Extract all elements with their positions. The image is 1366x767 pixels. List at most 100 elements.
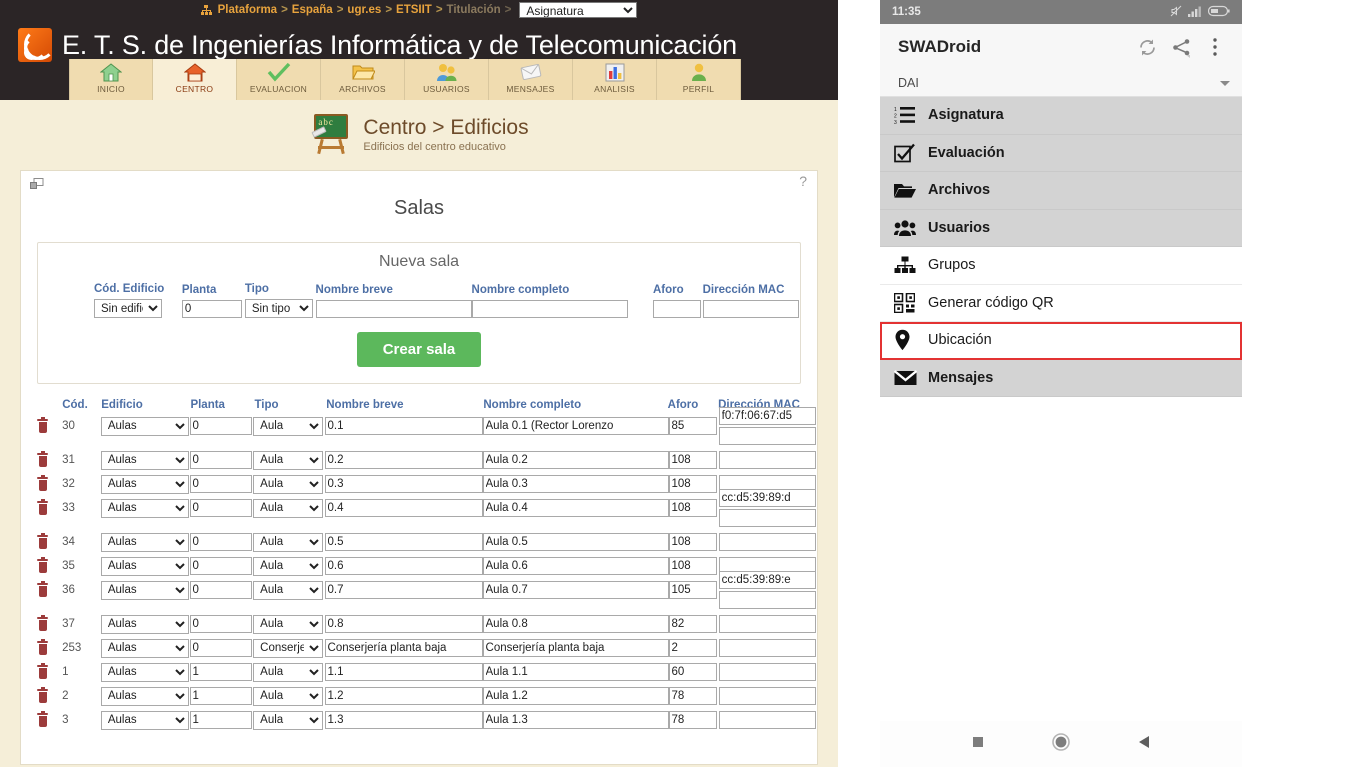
new-nombre-breve-input[interactable]: [315, 299, 472, 318]
room-nombre-breve-input[interactable]: [324, 711, 483, 729]
breadcrumb-item-ugres[interactable]: ugr.es: [347, 1, 381, 19]
room-tipo-select[interactable]: Aula: [253, 662, 324, 682]
room-planta-input[interactable]: [189, 475, 252, 493]
trash-icon[interactable]: [37, 581, 48, 597]
menu-item-generar-c-digo-qr[interactable]: Generar código QR: [880, 284, 1242, 322]
room-edificio-select[interactable]: Aulas: [100, 474, 189, 494]
room-planta-input[interactable]: [189, 499, 252, 517]
room-nombre-completo-input[interactable]: [482, 557, 669, 575]
room-mac-input[interactable]: [718, 571, 816, 589]
room-nombre-breve-input[interactable]: [324, 499, 483, 517]
menu-item-evaluaci-n[interactable]: Evaluación: [880, 134, 1242, 172]
room-nombre-completo-input[interactable]: [482, 581, 669, 599]
room-nombre-breve-input[interactable]: [324, 663, 483, 681]
room-nombre-breve-input[interactable]: [324, 639, 483, 657]
tab-usuarios[interactable]: USUARIOS: [405, 59, 489, 100]
new-planta-input[interactable]: [181, 299, 242, 318]
room-aforo-input[interactable]: [668, 615, 717, 633]
room-mac-input[interactable]: [718, 533, 816, 551]
room-tipo-select[interactable]: Aula: [253, 710, 324, 730]
trash-icon[interactable]: [37, 615, 48, 631]
menu-item-usuarios[interactable]: Usuarios: [880, 209, 1242, 247]
home-button[interactable]: [1051, 732, 1071, 757]
new-mac-input[interactable]: [702, 299, 799, 318]
trash-icon[interactable]: [37, 417, 48, 433]
room-edificio-select[interactable]: Aulas: [100, 580, 189, 600]
delete-room-button[interactable]: [37, 499, 62, 515]
room-edificio-select[interactable]: Aulas: [100, 416, 189, 436]
room-nombre-breve-input[interactable]: [324, 417, 483, 435]
pin-window-icon[interactable]: [30, 177, 44, 189]
breadcrumb-item-etsiit[interactable]: ETSIIT: [396, 1, 432, 19]
breadcrumb-item-titulacion[interactable]: Titulación: [447, 1, 501, 19]
delete-room-button[interactable]: [37, 711, 62, 727]
room-tipo-select[interactable]: Aula: [253, 580, 324, 600]
room-tipo-select[interactable]: Aula: [253, 450, 324, 470]
room-tipo-select[interactable]: Aula: [253, 532, 324, 552]
new-tipo-select[interactable]: Sin tipo: [244, 299, 313, 318]
room-nombre-completo-input[interactable]: [482, 639, 669, 657]
room-edificio-select[interactable]: Aulas: [100, 614, 189, 634]
room-planta-input[interactable]: [189, 533, 252, 551]
room-planta-input[interactable]: [189, 557, 252, 575]
room-planta-input[interactable]: [189, 581, 252, 599]
back-button[interactable]: [1137, 734, 1151, 755]
room-tipo-select[interactable]: Aula: [253, 416, 324, 436]
tab-perfil[interactable]: PERFIL: [657, 59, 741, 100]
room-nombre-completo-input[interactable]: [482, 711, 669, 729]
new-edificio-select[interactable]: Sin edificio: [94, 299, 162, 318]
room-mac-input[interactable]: [718, 663, 816, 681]
room-planta-input[interactable]: [189, 639, 252, 657]
room-mac-input[interactable]: [718, 407, 816, 425]
room-nombre-breve-input[interactable]: [324, 581, 483, 599]
crear-sala-button[interactable]: Crear sala: [356, 332, 482, 367]
trash-icon[interactable]: [37, 711, 48, 727]
tab-mensajes[interactable]: MENSAJES: [489, 59, 573, 100]
delete-room-button[interactable]: [37, 451, 62, 467]
delete-room-button[interactable]: [37, 417, 62, 433]
room-aforo-input[interactable]: [668, 475, 717, 493]
delete-room-button[interactable]: [37, 557, 62, 573]
room-planta-input[interactable]: [189, 417, 252, 435]
tab-inicio[interactable]: INICIO: [69, 59, 153, 100]
delete-room-button[interactable]: [37, 533, 62, 549]
trash-icon[interactable]: [37, 499, 48, 515]
menu-item-mensajes[interactable]: Mensajes: [880, 359, 1242, 397]
room-nombre-completo-input[interactable]: [482, 615, 669, 633]
trash-icon[interactable]: [37, 475, 48, 491]
room-aforo-input[interactable]: [668, 499, 717, 517]
room-aforo-input[interactable]: [668, 663, 717, 681]
room-nombre-completo-input[interactable]: [482, 475, 669, 493]
room-tipo-select[interactable]: Conserjería: [253, 638, 324, 658]
breadcrumb-item-plataforma[interactable]: Plataforma: [218, 1, 277, 19]
room-tipo-select[interactable]: Aula: [253, 556, 324, 576]
menu-item-asignatura[interactable]: 1 2 3 Asignatura: [880, 97, 1242, 135]
room-aforo-input[interactable]: [668, 451, 717, 469]
tab-analisis[interactable]: ANALISIS: [573, 59, 657, 100]
delete-room-button[interactable]: [37, 687, 62, 703]
room-edificio-select[interactable]: Aulas: [100, 532, 189, 552]
room-mac-input[interactable]: [718, 639, 816, 657]
room-edificio-select[interactable]: Aulas: [100, 498, 189, 518]
refresh-icon[interactable]: [1130, 30, 1164, 64]
room-aforo-input[interactable]: [668, 533, 717, 551]
trash-icon[interactable]: [37, 533, 48, 549]
room-nombre-breve-input[interactable]: [324, 557, 483, 575]
room-mac-input[interactable]: [718, 711, 816, 729]
room-mac-input[interactable]: [718, 687, 816, 705]
new-aforo-input[interactable]: [652, 299, 701, 318]
room-aforo-input[interactable]: [668, 581, 717, 599]
room-nombre-completo-input[interactable]: [482, 687, 669, 705]
room-nombre-completo-input[interactable]: [482, 499, 669, 517]
new-nombre-completo-input[interactable]: [471, 299, 628, 318]
share-icon[interactable]: [1164, 30, 1198, 64]
trash-icon[interactable]: [37, 557, 48, 573]
asignatura-select[interactable]: Asignatura: [519, 2, 638, 18]
room-edificio-select[interactable]: Aulas: [100, 662, 189, 682]
delete-room-button[interactable]: [37, 615, 62, 631]
tab-archivos[interactable]: ARCHIVOS: [321, 59, 405, 100]
room-nombre-breve-input[interactable]: [324, 533, 483, 551]
menu-item-archivos[interactable]: Archivos: [880, 172, 1242, 210]
room-mac-input[interactable]: [718, 451, 816, 469]
room-nombre-breve-input[interactable]: [324, 451, 483, 469]
